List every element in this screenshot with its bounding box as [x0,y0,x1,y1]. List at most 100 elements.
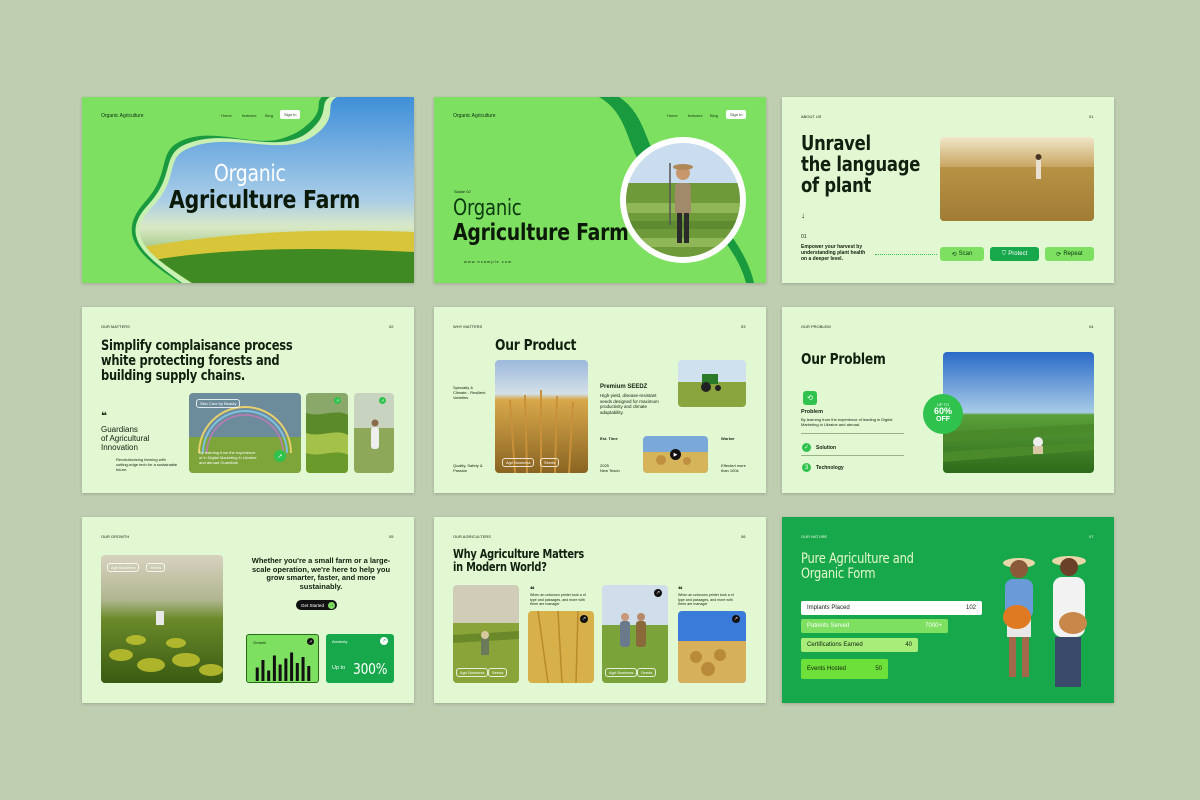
arrow-up-right-icon[interactable]: ↗ [379,397,386,404]
repeat-label: Repeat [1063,251,1083,257]
text-line4: sustainably. [299,581,343,591]
hero-title-line1: Organic [214,161,286,187]
team-text: New Teach [600,468,620,473]
sub-line1: Guardians [101,425,138,434]
step-3-icon: 3 [802,463,811,472]
title-line1: Simplify complaisance process [101,338,293,354]
sign-in-button[interactable]: Sign In [726,110,747,119]
small-line3: future. [116,467,128,472]
discount-badge: UP TO 60% OFF [923,394,963,434]
scan-button[interactable]: ⟲ Scan [940,247,984,261]
title-line1: Unravel [801,131,871,155]
chip-agri-business[interactable]: Agri Business [502,458,535,467]
quote2-line1: When an unknown printer took a of [678,593,734,597]
stat-label: Patients Served [807,623,850,629]
growth-bar [295,663,299,681]
slide-label: OUR NATURE [801,534,828,539]
slide-6[interactable]: OUR PROBLEM 04 Our Problem UP TO 60% OFF… [782,307,1114,493]
down-arrow-icon: ↓ [801,211,805,220]
step-number: 01 [801,234,807,240]
slide-number: 03 [741,324,746,329]
nav-home[interactable]: Home [221,113,232,118]
divider [801,433,904,434]
chip-seeds[interactable]: Seeds [146,563,166,572]
photo-chip[interactable]: Skin Care by Beauty [196,399,241,408]
repeat-button[interactable]: ⟳ Repeat [1045,247,1094,261]
growth-bar [261,660,265,681]
growth-bar [272,655,276,681]
solution-label[interactable]: Solution [816,445,836,451]
chip-seeds[interactable]: Seeds [488,668,508,677]
badge-off: OFF [936,416,950,423]
stat-value: 102 [965,605,976,611]
slide-label: WHY MATTERS [453,324,483,329]
slide-3[interactable]: ABOUT US 01 Unravel the language of plan… [782,97,1114,283]
slide-number: 06 [741,534,746,539]
slide-label: ABOUT US [801,114,822,119]
play-icon[interactable]: ▶ [670,449,681,460]
hero-title-line1: Organic [453,196,522,221]
slide-5[interactable]: WHY MATTERS 03 Our Product Specialty & C… [434,307,766,493]
slide-1[interactable]: Organic Agriculture Home features Blog S… [82,97,414,283]
sub-line3: Innovation [101,443,138,452]
chip-agri-business[interactable]: Agri Business [456,668,489,677]
nav-blog[interactable]: Blog [265,113,273,118]
growth-bar [290,652,294,681]
sub-line2: of Agricultural [101,434,150,443]
arrow-up-right-icon[interactable]: ↗ [380,637,388,645]
nav-home[interactable]: Home [667,113,678,118]
stat-label: Implants Placed [807,605,850,611]
arrow-up-right-icon[interactable]: ↗ [307,638,314,645]
chip-agri-business[interactable]: Agri Business [605,668,638,677]
get-started-button[interactable]: Get Started → [296,600,338,610]
sign-in-button[interactable]: Sign In [280,110,301,119]
problem-desc-line2: Marketing in Ukraine and abroad. [801,422,861,427]
slide-9[interactable]: OUR NATURE 07 Pure Agriculture and Organ… [782,517,1114,703]
slide-8[interactable]: OUR AGRICULTERS 06 Why Agriculture Matte… [434,517,766,703]
title-line3: of plant [801,173,872,197]
premium-seedz: Premium SEEDZ [600,384,648,390]
arrow-up-right-icon[interactable]: ↗ [334,397,341,404]
chip-agri-business[interactable]: Agri Business [107,563,140,572]
chip-seeds[interactable]: Seeds [540,458,560,467]
divider [801,455,904,456]
slide-2[interactable]: Organic Agriculture Home features Blog S… [434,97,766,283]
nav-blog[interactable]: Blog [710,113,718,118]
protect-button[interactable]: ⛉ Protect [990,247,1039,261]
stat-value: 40 [905,642,912,648]
slide-number: 07 [1089,534,1094,539]
slide-7[interactable]: OUR GROWTH 05 Agri Business Seeds Whethe… [82,517,414,703]
arrow-up-right-icon[interactable]: ↗ [654,589,662,597]
growth-bar [278,664,282,681]
woman-field-photo [354,393,394,473]
est-time-label: Est. Time [600,436,618,441]
website-url[interactable]: www.example.com [464,259,512,264]
growth-bar [307,666,311,681]
title-line1: Pure Agriculture and [801,551,914,567]
brand-name: Organic Agriculture [101,113,144,119]
arrow-up-right-icon[interactable]: ↗ [580,615,588,623]
nav-features[interactable]: features [688,113,702,118]
nav-features[interactable]: features [242,113,256,118]
growth-bar [255,667,259,681]
quote-icon: ❝ [101,411,107,422]
shield-icon: ⛉ [1001,250,1007,257]
problem-title: Our Problem [801,350,886,368]
slide-number: 04 [1089,324,1094,329]
problem-label: Problem [801,409,824,415]
percent-value: 300% [353,660,388,678]
slide-4[interactable]: OUR MATTERS 02 Simplify complaisance pro… [82,307,414,493]
desc-line3: on a deeper level. [801,256,843,262]
ancienty-label: Ancienty [332,639,348,644]
brand-name: Organic Agriculture [453,113,496,119]
repeat-icon: ⟳ [1056,251,1062,258]
arrow-up-right-icon[interactable]: ↗ [274,450,286,462]
arrow-up-right-icon[interactable]: ↗ [732,615,740,623]
chip-seeds[interactable]: Seeds [637,668,657,677]
technology-label[interactable]: Technology [816,465,844,471]
stat-bar-patients: Patients Served 7000+ [801,619,948,633]
left1-line3: Varieties [453,395,469,400]
flower-field-photo [101,555,223,683]
quote1-line3: there are manager [530,602,560,606]
slide-label: OUR AGRICULTERS [453,534,491,539]
